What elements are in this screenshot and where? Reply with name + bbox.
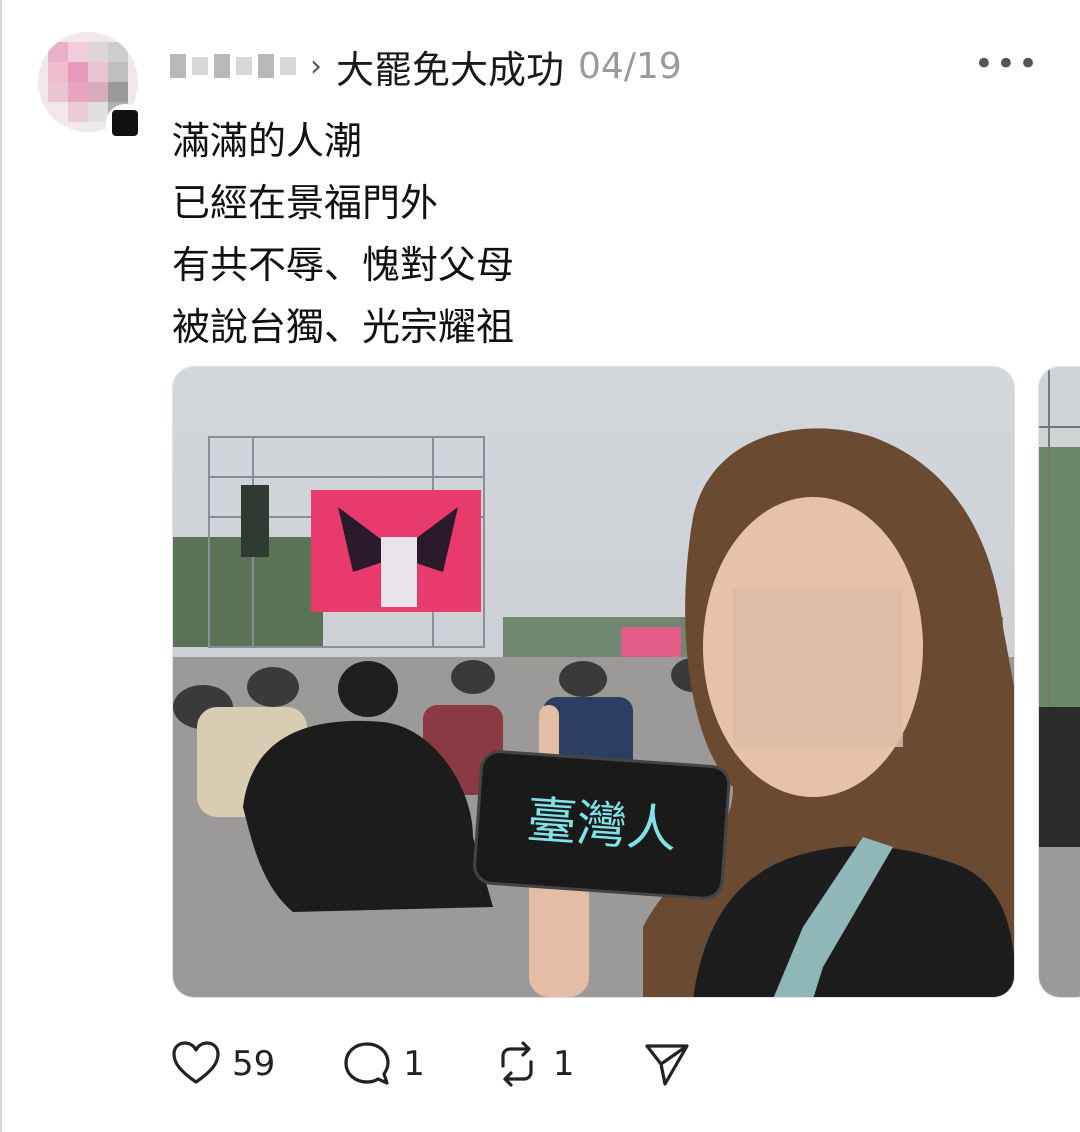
post-line: 有共不辱、愧對父母: [172, 243, 515, 287]
share-button[interactable]: [641, 1038, 693, 1090]
repost-button[interactable]: 1: [491, 1038, 575, 1090]
post-line: 滿滿的人潮: [172, 119, 363, 163]
username-blurred[interactable]: [170, 54, 296, 78]
chevron-right-icon: ›: [310, 48, 322, 84]
next-photo-illustration: [1039, 367, 1080, 997]
post-text: 滿滿的人潮 已經在景福門外 有共不辱、愧對父母 被說台獨、光宗耀祖: [172, 110, 514, 358]
like-count: 59: [232, 1044, 276, 1084]
repost-count: 1: [552, 1044, 575, 1084]
reply-count: 1: [403, 1044, 425, 1084]
thread-post: › 大罷免大成功 04/19 ••• 滿滿的人潮 已經在景福門外 有共不辱、愧對…: [0, 0, 1080, 1132]
more-options-icon[interactable]: •••: [974, 44, 1040, 84]
send-icon: [644, 1044, 689, 1086]
post-line: 被說台獨、光宗耀祖: [172, 305, 515, 349]
comment-icon: [344, 1042, 390, 1085]
rally-photo-illustration: 臺灣人: [173, 367, 1014, 997]
post-photo[interactable]: 臺灣人: [172, 366, 1015, 998]
reply-button[interactable]: 1: [341, 1038, 425, 1090]
follow-badge-icon[interactable]: [106, 104, 144, 142]
action-bar: 59 1 1: [170, 1038, 759, 1090]
heart-icon: [172, 1041, 220, 1084]
post-date: 04/19: [578, 45, 682, 87]
repost-icon: [501, 1041, 533, 1087]
next-photo-preview[interactable]: [1038, 366, 1080, 998]
post-header: › 大罷免大成功 04/19: [170, 40, 682, 92]
post-line: 已經在景福門外: [172, 181, 439, 225]
like-button[interactable]: 59: [170, 1038, 275, 1090]
phone-screen-text: 臺灣人: [525, 791, 679, 859]
topic-tag[interactable]: 大罷免大成功: [336, 39, 564, 94]
